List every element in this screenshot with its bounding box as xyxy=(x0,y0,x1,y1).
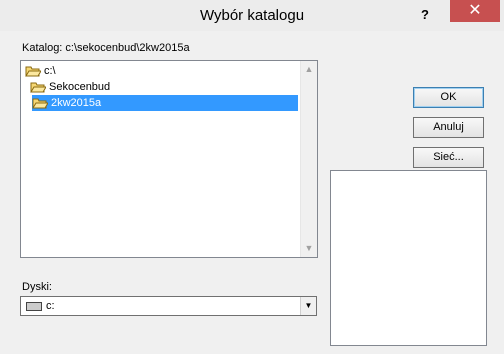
network-button[interactable]: Sieć... xyxy=(413,147,484,168)
chevron-down-icon[interactable]: ▼ xyxy=(300,297,316,315)
directory-item-2kw2015a[interactable]: 2kw2015a xyxy=(32,95,298,111)
close-button[interactable]: ✕ xyxy=(450,0,500,22)
title-bar: Wybór katalogu ? ✕ xyxy=(0,0,504,32)
drives-label: Dyski: xyxy=(22,281,52,293)
drive-select[interactable]: c: ▼ xyxy=(20,296,317,316)
directory-item-label: 2kw2015a xyxy=(51,97,102,109)
cancel-button[interactable]: Anuluj xyxy=(413,117,484,138)
directory-item-label: c:\ xyxy=(44,65,56,77)
scroll-up-icon[interactable]: ▲ xyxy=(301,61,317,78)
drive-icon xyxy=(26,302,42,311)
directory-item-root[interactable]: c:\ xyxy=(25,63,56,79)
open-folder-icon xyxy=(25,64,42,78)
scroll-down-icon[interactable]: ▼ xyxy=(301,240,317,257)
network-info-panel xyxy=(330,170,487,346)
vertical-scrollbar[interactable]: ▲ ▼ xyxy=(300,61,317,257)
dialog-body: Katalog: c:\sekocenbud\2kw2015a c:\ Seko… xyxy=(0,31,504,354)
catalog-path-label: Katalog: c:\sekocenbud\2kw2015a xyxy=(22,42,190,54)
open-folder-icon xyxy=(30,80,47,94)
close-icon[interactable]: ✕ xyxy=(468,2,481,19)
open-folder-icon xyxy=(32,96,49,110)
drive-select-value: c: xyxy=(46,300,55,312)
directory-list[interactable]: c:\ Sekocenbud 2kw2015a ▲ ▼ xyxy=(20,60,318,258)
directory-item-label: Sekocenbud xyxy=(49,81,111,93)
directory-item-sekocenbud[interactable]: Sekocenbud xyxy=(30,79,110,95)
help-button[interactable]: ? xyxy=(405,4,445,26)
ok-button[interactable]: OK xyxy=(413,87,484,108)
